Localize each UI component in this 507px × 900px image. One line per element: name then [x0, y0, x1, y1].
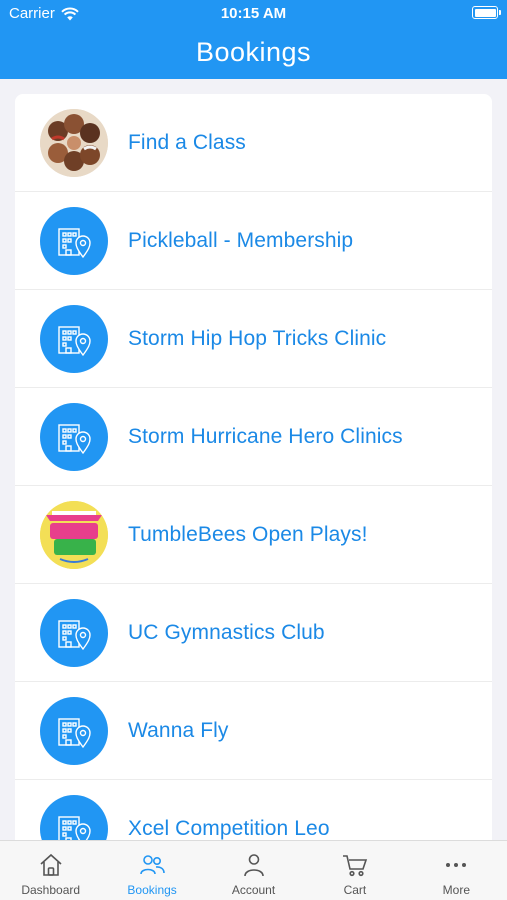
building-location-icon: [40, 598, 108, 667]
bookings-list: Find a Class Pickleball - Membership Sto…: [15, 94, 492, 854]
cart-icon: [342, 855, 368, 877]
list-item-pickleball-membership[interactable]: Pickleball - Membership: [15, 192, 492, 290]
battery-icon: [472, 6, 501, 19]
list-item-uc-gymnastics[interactable]: UC Gymnastics Club: [15, 584, 492, 682]
tab-bookings[interactable]: Bookings: [101, 841, 202, 900]
status-time: 10:15 AM: [220, 5, 287, 22]
open-play-logo-icon: [40, 500, 108, 569]
building-location-icon: [40, 206, 108, 275]
list-item-label: TumbleBees Open Plays!: [128, 522, 368, 546]
tab-label: Cart: [343, 883, 367, 897]
list-item-storm-hurricane[interactable]: Storm Hurricane Hero Clinics: [15, 388, 492, 486]
building-location-icon: [40, 304, 108, 373]
list-item-label: Storm Hip Hop Tricks Clinic: [128, 326, 387, 350]
tab-dashboard[interactable]: Dashboard: [0, 841, 101, 900]
tab-label: Account: [231, 883, 276, 897]
building-location-icon: [40, 402, 108, 471]
list-item-label: Storm Hurricane Hero Clinics: [128, 424, 403, 448]
more-icon: [446, 863, 467, 867]
person-icon: [243, 854, 264, 877]
list-item-label: Find a Class: [128, 130, 246, 154]
building-location-icon: [40, 696, 108, 765]
list-item-label: Pickleball - Membership: [128, 228, 354, 252]
home-icon: [40, 853, 62, 876]
group-photo-icon: [40, 108, 108, 177]
list-item-storm-hip-hop[interactable]: Storm Hip Hop Tricks Clinic: [15, 290, 492, 388]
list-item-tumblebees[interactable]: TumbleBees Open Plays!: [15, 486, 492, 584]
list-item-wanna-fly[interactable]: Wanna Fly: [15, 682, 492, 780]
list-item-find-a-class[interactable]: Find a Class: [15, 94, 492, 192]
list-item-label: Wanna Fly: [128, 718, 229, 742]
tab-label: Bookings: [127, 883, 177, 897]
status-bar: Carrier 10:15 AM: [0, 0, 507, 28]
tab-label: Dashboard: [21, 883, 81, 897]
tab-cart[interactable]: Cart: [304, 841, 405, 900]
list-item-label: UC Gymnastics Club: [128, 620, 325, 644]
tab-more[interactable]: More: [406, 841, 507, 900]
app-header: Carrier 10:15 AM Bookings: [0, 0, 507, 79]
tab-account[interactable]: Account: [203, 841, 304, 900]
people-icon: [140, 855, 165, 875]
page-title: Bookings: [195, 37, 312, 67]
tab-bar: Dashboard Bookings Account Cart More: [0, 840, 507, 900]
list-item-label: Xcel Competition Leo: [128, 816, 330, 840]
tab-label: More: [442, 883, 470, 897]
